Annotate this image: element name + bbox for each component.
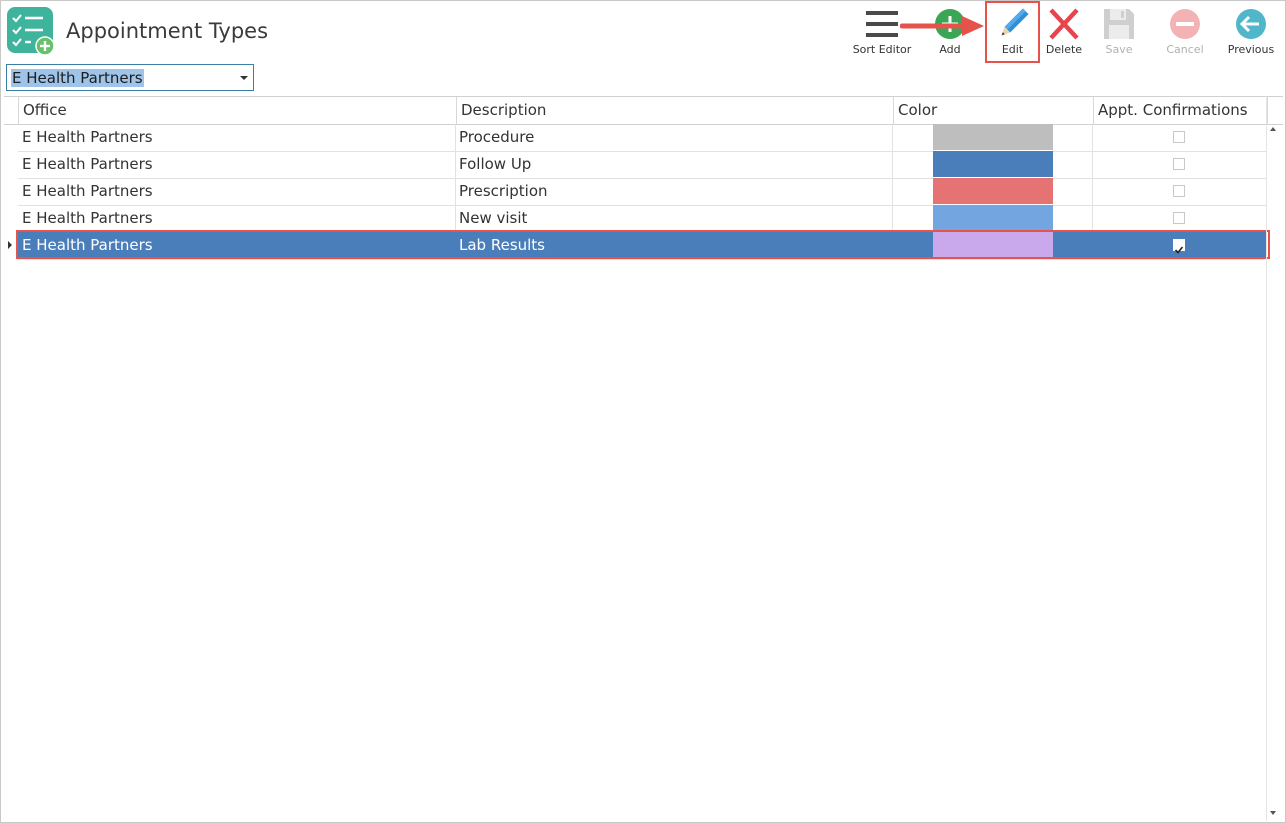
office-cell: E Health Partners (22, 182, 153, 200)
selected-row-highlight-box (16, 230, 1270, 259)
column-divider (455, 124, 456, 151)
appt-confirmation-checkbox[interactable] (1173, 212, 1185, 224)
delete-button[interactable]: Delete (1042, 4, 1086, 62)
annotation-arrow-icon (900, 16, 984, 36)
scroll-up-arrow-icon[interactable] (1270, 127, 1276, 131)
hamburger-icon (866, 11, 898, 37)
column-divider (455, 178, 456, 205)
column-divider (1092, 178, 1093, 205)
office-dropdown[interactable]: E Health Partners (6, 64, 254, 91)
checklist-add-icon (7, 7, 55, 55)
column-divider (1092, 124, 1093, 151)
delete-label: Delete (1045, 43, 1083, 56)
pencil-icon (1001, 8, 1029, 36)
cancel-label: Cancel (1166, 43, 1204, 56)
color-swatch (933, 151, 1053, 177)
office-cell: E Health Partners (22, 209, 153, 227)
save-button[interactable]: Save (1097, 4, 1141, 62)
description-cell: Procedure (459, 128, 535, 146)
description-cell: New visit (459, 209, 528, 227)
column-divider (455, 205, 456, 232)
column-divider (1092, 151, 1093, 178)
color-swatch (933, 124, 1053, 150)
grid-header: Office Description Color Appt. Confirmat… (4, 97, 1283, 125)
scroll-down-arrow-icon[interactable] (1270, 811, 1276, 815)
vertical-scrollbar[interactable] (1266, 96, 1267, 821)
column-header-spacer (1267, 97, 1283, 124)
description-cell: Follow Up (459, 155, 532, 173)
add-label: Add (939, 43, 961, 56)
minus-circle-icon (1170, 9, 1200, 39)
column-divider (892, 151, 893, 178)
back-arrow-icon (1236, 9, 1266, 39)
office-cell: E Health Partners (22, 155, 153, 173)
column-header-description[interactable]: Description (456, 97, 893, 124)
floppy-icon (1104, 9, 1134, 39)
previous-button[interactable]: Previous (1225, 4, 1277, 62)
sort-editor-label: Sort Editor (852, 43, 912, 56)
color-swatch (933, 178, 1053, 204)
page-title: Appointment Types (66, 19, 269, 43)
table-row[interactable]: E Health Partners Procedure (18, 124, 1267, 152)
cancel-button[interactable]: Cancel (1160, 4, 1210, 62)
column-divider (455, 151, 456, 178)
column-divider (892, 205, 893, 232)
description-cell: Prescription (459, 182, 548, 200)
table-row[interactable]: E Health Partners New visit (18, 205, 1267, 233)
office-cell: E Health Partners (22, 128, 153, 146)
appt-confirmation-checkbox[interactable] (1173, 131, 1185, 143)
save-label: Save (1105, 43, 1133, 56)
column-header-color[interactable]: Color (893, 97, 1093, 124)
column-divider (892, 178, 893, 205)
appt-confirmation-checkbox[interactable] (1173, 185, 1185, 197)
column-header-appt-confirmations[interactable]: Appt. Confirmations (1093, 97, 1267, 124)
edit-button[interactable]: Edit (987, 4, 1038, 62)
table-row[interactable]: E Health Partners Follow Up (18, 151, 1267, 179)
current-row-indicator-icon (8, 241, 12, 249)
column-header-office[interactable]: Office (18, 97, 456, 124)
chevron-down-icon[interactable] (240, 76, 248, 80)
column-divider (1092, 205, 1093, 232)
color-swatch (933, 205, 1053, 231)
previous-label: Previous (1227, 43, 1275, 56)
appt-confirmation-checkbox[interactable] (1173, 158, 1185, 170)
column-divider (892, 124, 893, 151)
office-dropdown-value: E Health Partners (11, 69, 144, 87)
table-row[interactable]: E Health Partners Prescription (18, 178, 1267, 206)
x-icon (1049, 8, 1079, 40)
edit-label: Edit (1001, 43, 1024, 56)
